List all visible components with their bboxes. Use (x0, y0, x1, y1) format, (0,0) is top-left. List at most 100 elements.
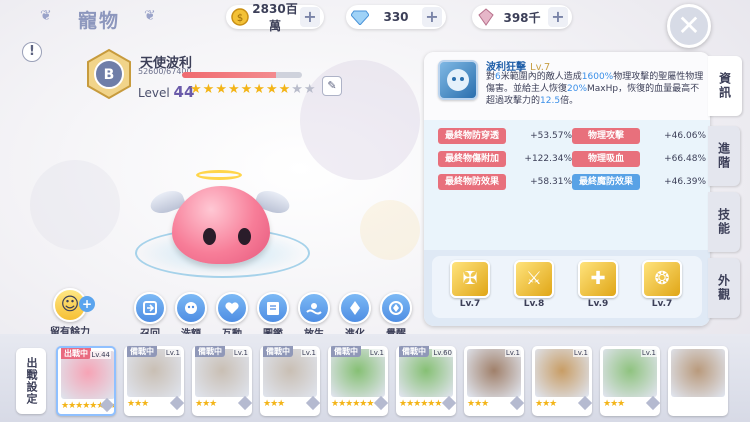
bonus-skill[interactable]: ✠ Lv.7 (450, 260, 490, 309)
remaining-energy[interactable]: ☺ + 留有餘力 (42, 288, 98, 338)
bonus-skill[interactable]: ❂ Lv.7 (642, 260, 682, 309)
stat-value: +66.48% (664, 154, 706, 164)
pet-level: Lv.1 (504, 349, 521, 357)
bonus-skill[interactable]: ⚔ Lv.8 (514, 260, 554, 309)
star-icon: ★ (215, 82, 227, 97)
gold-coin-icon: $ (230, 7, 250, 27)
stat-row: 最終物防穿透 +53.57% (438, 128, 572, 144)
add-crystal-button[interactable]: + (548, 7, 568, 27)
pet-level: Lv.60 (432, 349, 453, 357)
element-gem-icon (169, 395, 184, 411)
stat-value: +46.06% (664, 131, 706, 141)
element-gem-icon (509, 395, 524, 411)
gold-amount: 2830百萬 (252, 2, 298, 33)
action-release[interactable]: 放生 (298, 292, 330, 340)
action-bar: 召回 洗額 互動 圖鑑 放生 進化 覺醒 (134, 292, 424, 340)
action-interact[interactable]: 互動 (216, 292, 248, 340)
pet-stars: ★★★ (535, 399, 557, 409)
rank-badge: B (86, 48, 132, 100)
tab-skills[interactable]: 技能 (708, 192, 740, 252)
action-recall[interactable]: 召回 (134, 292, 166, 340)
pet-card[interactable]: 出戰中 Lv.44 ★★★★★★★★ (56, 346, 116, 416)
bonus-section: ✠ Lv.7 ⚔ Lv.8 ✚ Lv.9 ❂ Lv.7 (424, 250, 710, 326)
sword-icon: ⚔ (514, 260, 554, 298)
recall-icon (134, 292, 166, 324)
stat-value: +53.57% (530, 131, 572, 141)
pet-level: Lv.1 (572, 349, 589, 357)
level-label: Level 44 (138, 83, 194, 101)
pet-level: Lv.1 (164, 349, 181, 357)
pet-card[interactable] (668, 346, 728, 416)
wing-right-icon: ❦ (144, 8, 156, 24)
pet-card[interactable]: 備戰中 Lv.1 ★★★ (192, 346, 252, 416)
svg-text:$: $ (237, 13, 243, 24)
bonus-level: Lv.9 (587, 299, 609, 309)
tab-appearance[interactable]: 外觀 (708, 258, 740, 318)
release-icon (298, 292, 330, 324)
pet-card[interactable]: 備戰中 Lv.60 ★★★★★★ (396, 346, 456, 416)
add-diamond-button[interactable]: + (422, 7, 442, 27)
page-title: 寵物 (78, 10, 121, 32)
rank-letter: B (104, 67, 115, 83)
add-gold-button[interactable]: + (300, 7, 320, 27)
pet-card[interactable]: Lv.1 ★★★ (532, 346, 592, 416)
rename-button[interactable]: ✎ (322, 76, 342, 96)
pet-card[interactable]: 備戰中 Lv.1 ★★★ (124, 346, 184, 416)
action-wash[interactable]: 洗額 (175, 292, 207, 340)
bonus-level: Lv.7 (459, 299, 481, 309)
star-icon: ★ (278, 82, 291, 97)
stats-section: 最終物防穿透 +53.57% 最終物傷附加 +122.34% 最終物防效果 +58.3… (424, 120, 710, 250)
wash-icon (175, 292, 207, 324)
close-button[interactable]: ✕ (667, 4, 711, 48)
deploy-label: 出戰設定 (25, 357, 38, 405)
resource-gold: $ 2830百萬 + (226, 2, 324, 33)
action-handbook[interactable]: 圖鑑 (257, 292, 289, 340)
wing-left-icon: ❦ (40, 8, 52, 24)
level-word: Level (138, 86, 170, 100)
pet-card[interactable]: Lv.1 ★★★ (464, 346, 524, 416)
star-icon: ★ (227, 82, 240, 97)
star-icon: ★ (190, 82, 202, 97)
status-badge: 備戰中 (263, 346, 293, 357)
tab-advance[interactable]: 進階 (708, 126, 740, 186)
pet-level: Lv.1 (368, 349, 385, 357)
awaken-icon (380, 292, 412, 324)
tab-info[interactable]: 資訊 (708, 56, 742, 116)
stat-label: 最終魔防效果 (572, 174, 640, 190)
add-energy-icon: + (79, 296, 95, 312)
stat-row: 最終物防效果 +58.31% (438, 174, 572, 190)
pet-card[interactable]: Lv.1 ★★★ (600, 346, 660, 416)
crossed-swords-icon: ✠ (450, 260, 490, 298)
action-awaken[interactable]: 覺醒 (380, 292, 412, 340)
bonus-box: ✠ Lv.7 ⚔ Lv.8 ✚ Lv.9 ❂ Lv.7 (432, 256, 702, 318)
background-decoration (360, 200, 420, 260)
deploy-settings-button[interactable]: 出戰設定 (16, 348, 46, 414)
bonus-skill[interactable]: ✚ Lv.9 (578, 260, 618, 309)
stat-row: 最終物傷附加 +122.34% (438, 151, 572, 167)
star-icon: ★ (202, 82, 215, 97)
bonus-level: Lv.7 (651, 299, 673, 309)
pet-stars: ★★★★★★ (331, 399, 374, 409)
desc-highlight: 12.5 (540, 96, 561, 106)
pet-stars: ★ ★ ★ ★ ★ ★ ★ ★ ★ ★ (190, 83, 316, 97)
star-icon: ★ (291, 82, 303, 97)
status-badge: 出戰中 (61, 348, 91, 359)
skill-icon[interactable] (438, 60, 478, 100)
desc-text: 倍。 (560, 96, 579, 106)
bonus-level: Lv.8 (523, 299, 545, 309)
desc-text: 米範圍內的敵人造成 (500, 72, 582, 82)
halo (196, 170, 242, 180)
tab-label: 外觀 (716, 274, 731, 302)
action-evolve[interactable]: 進化 (339, 292, 371, 340)
status-badge: 備戰中 (195, 346, 225, 357)
background-decoration (300, 60, 420, 180)
pet-card[interactable]: 備戰中 Lv.1 ★★★ (260, 346, 320, 416)
element-gem-icon (577, 395, 592, 411)
pet-card[interactable]: 備戰中 Lv.1 ★★★★★★ (328, 346, 388, 416)
pet-stars: ★★★ (603, 399, 625, 409)
tab-label: 進階 (716, 142, 731, 170)
skill-description: 對6米範圍內的敵人造成1600%物理攻擊的聖屬性物理傷害。並給主人恢復20%Ma… (486, 71, 704, 107)
pet-level: Lv.1 (232, 349, 249, 357)
info-button[interactable]: ! (22, 42, 42, 62)
desc-text: 對 (486, 72, 496, 82)
